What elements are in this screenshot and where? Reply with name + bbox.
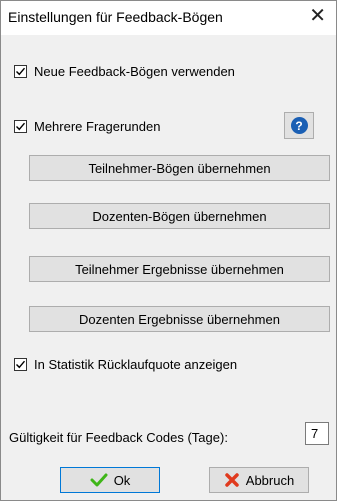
- lecturer-results-button[interactable]: Dozenten Ergebnisse übernehmen: [29, 306, 330, 332]
- response-rate-checkbox[interactable]: [14, 358, 27, 371]
- ok-button[interactable]: Ok: [60, 467, 160, 493]
- cancel-label: Abbruch: [245, 472, 295, 488]
- new-forms-label: Neue Feedback-Bögen verwenden: [34, 64, 235, 79]
- validity-days-input[interactable]: 7: [305, 422, 329, 445]
- validity-label: Gültigkeit für Feedback Codes (Tage):: [9, 430, 228, 445]
- participant-results-button[interactable]: Teilnehmer Ergebnisse übernehmen: [29, 256, 330, 282]
- help-button[interactable]: ?: [284, 112, 314, 139]
- checkmark-icon: [90, 473, 108, 487]
- response-rate-option[interactable]: In Statistik Rücklaufquote anzeigen: [14, 357, 237, 372]
- cross-icon: [224, 472, 240, 488]
- help-icon: ?: [290, 117, 308, 134]
- checkmark-icon: [16, 122, 26, 131]
- ok-label: Ok: [113, 472, 131, 488]
- participant-forms-button[interactable]: Teilnehmer-Bögen übernehmen: [29, 155, 330, 181]
- multiple-rounds-option[interactable]: Mehrere Fragerunden: [14, 119, 160, 134]
- dialog-title: Einstellungen für Feedback-Bögen: [8, 9, 223, 25]
- checkmark-icon: [16, 67, 26, 76]
- settings-dialog: Einstellungen für Feedback-Bögen ✕ Neue …: [0, 0, 337, 501]
- multiple-rounds-checkbox[interactable]: [14, 120, 27, 133]
- new-forms-option[interactable]: Neue Feedback-Bögen verwenden: [14, 64, 235, 79]
- checkmark-icon: [16, 360, 26, 369]
- close-icon[interactable]: ✕: [309, 6, 326, 26]
- multiple-rounds-label: Mehrere Fragerunden: [34, 119, 161, 134]
- lecturer-forms-button[interactable]: Dozenten-Bögen übernehmen: [29, 203, 330, 229]
- dialog-body: Neue Feedback-Bögen verwenden Mehrere Fr…: [1, 35, 336, 500]
- cancel-button[interactable]: Abbruch: [209, 467, 309, 493]
- response-rate-label: In Statistik Rücklaufquote anzeigen: [34, 357, 238, 372]
- title-bar: Einstellungen für Feedback-Bögen ✕: [1, 1, 336, 35]
- new-forms-checkbox[interactable]: [14, 65, 27, 78]
